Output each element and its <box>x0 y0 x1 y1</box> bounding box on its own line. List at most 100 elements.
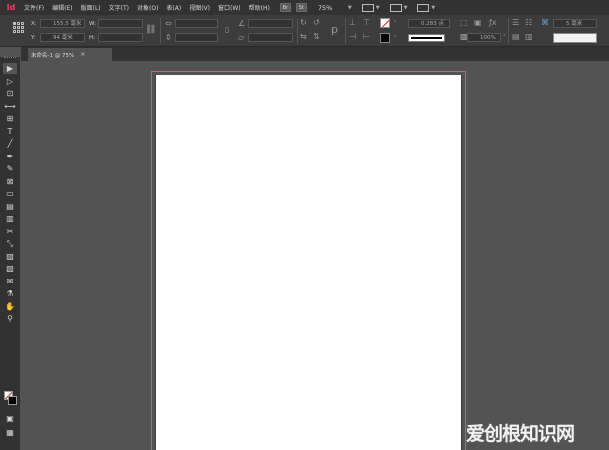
selection-tool-icon[interactable]: ▶ <box>3 63 17 74</box>
rotate-icon: ∠ <box>238 19 246 28</box>
scale-y-field[interactable] <box>175 33 218 42</box>
chevron-right-icon[interactable]: › <box>503 32 505 39</box>
select-next-icon[interactable]: ⊢ <box>363 32 370 41</box>
scale-x-field[interactable] <box>175 19 218 28</box>
menu-view[interactable]: 视图(V) <box>185 3 214 12</box>
eyedropper-tool-icon[interactable]: ⚗ <box>3 288 17 299</box>
stroke-weight-field[interactable]: 0.283 点 <box>408 19 450 28</box>
rotate-ccw-icon[interactable]: ↺ <box>313 18 320 27</box>
width-field[interactable] <box>98 19 143 28</box>
align-center-icon[interactable]: ☷ <box>525 18 532 27</box>
object-style-dropdown[interactable] <box>553 33 597 43</box>
menu-bar: Id 文件(F) 编辑(E) 版面(L) 文字(T) 对象(O) 表(A) 视图… <box>0 0 609 15</box>
chevron-down-icon[interactable]: ▼ <box>348 5 352 11</box>
menu-table[interactable]: 表(A) <box>162 3 185 12</box>
stock-button[interactable]: St <box>295 3 307 12</box>
opacity-field[interactable]: 100% <box>467 33 501 42</box>
arrange-documents-icon[interactable] <box>417 3 430 12</box>
text-frame-icon[interactable]: ▥ <box>525 32 533 41</box>
gradient-swatch-tool-icon[interactable]: ▨ <box>3 251 17 262</box>
free-transform-tool-icon[interactable]: ⤡ <box>3 238 17 249</box>
w-label: W: <box>89 21 96 27</box>
note-tool-icon[interactable]: ✉ <box>3 276 17 287</box>
stroke-swatch[interactable] <box>380 18 390 28</box>
menu-extras: Br St 75% ▼ ▼ ▼ ▼ <box>279 3 445 12</box>
zoom-tool-icon[interactable]: ⚲ <box>3 313 17 324</box>
document-tab[interactable]: 未命名-1 @ 75% × <box>28 48 112 61</box>
flip-horizontal-icon[interactable]: ⇆ <box>300 32 307 41</box>
offset-field[interactable]: 5 毫米 <box>553 19 597 28</box>
pencil-tool-icon[interactable]: ✎ <box>3 163 17 174</box>
chevron-right-icon[interactable]: › <box>394 33 396 40</box>
stroke-icon[interactable] <box>8 396 17 405</box>
gradient-feather-tool-icon[interactable]: ▧ <box>3 263 17 274</box>
fill-swatch[interactable] <box>380 33 390 43</box>
separator <box>160 18 161 44</box>
stroke-type-dropdown[interactable] <box>408 34 445 42</box>
bridge-button[interactable]: Br <box>279 3 291 12</box>
select-previous-icon[interactable]: ⊣ <box>349 32 356 41</box>
menu-object[interactable]: 对象(O) <box>133 3 162 12</box>
separator <box>508 18 509 44</box>
auto-fit-icon[interactable]: ⌘ <box>541 18 549 27</box>
y-label: Y: <box>31 35 36 41</box>
select-content-icon[interactable]: ⊤ <box>363 18 370 27</box>
rectangle-tool-icon[interactable]: ▭ <box>3 188 17 199</box>
scale-link-icon[interactable]: ▯ <box>225 25 229 34</box>
app-logo: Id <box>6 3 16 12</box>
constrain-proportions-icon[interactable]: ⛓ <box>145 25 156 35</box>
frame-fit-icon[interactable]: ⬚ <box>460 18 468 27</box>
x-position-field[interactable]: 155.5 毫米 <box>40 19 85 28</box>
align-text-icon[interactable]: ☰ <box>512 18 519 27</box>
chevron-down-icon[interactable]: ▼ <box>404 5 408 11</box>
menu-help[interactable]: 帮助(H) <box>245 3 274 12</box>
horizontal-grid-tool-icon[interactable]: ▤ <box>3 201 17 212</box>
page-tool-icon[interactable]: ⊡ <box>3 88 17 99</box>
fit-content-icon[interactable]: ▣ <box>474 18 482 27</box>
h-label: H: <box>89 35 95 41</box>
pen-tool-icon[interactable]: ✒ <box>3 151 17 162</box>
hand-tool-icon[interactable]: ✋ <box>3 301 17 312</box>
effects-icon[interactable]: ƒx <box>489 18 497 27</box>
screen-mode-button[interactable]: ▦ <box>3 427 17 438</box>
document-page[interactable] <box>155 75 462 450</box>
height-field[interactable] <box>98 33 143 42</box>
normal-mode-button[interactable]: ▣ <box>3 413 17 424</box>
select-container-icon[interactable]: ⊥ <box>349 18 356 27</box>
vertical-grid-tool-icon[interactable]: ▥ <box>3 213 17 224</box>
menu-window[interactable]: 窗口(W) <box>214 3 245 12</box>
content-collector-tool-icon[interactable]: ⊞ <box>3 113 17 124</box>
gap-tool-icon[interactable]: ⟷ <box>3 101 17 112</box>
watermark-text: 爱创根知识网 <box>466 422 575 445</box>
zoom-level[interactable]: 75% <box>318 4 348 12</box>
chevron-down-icon[interactable]: ▼ <box>431 5 435 11</box>
paragraph-icon[interactable]: p <box>331 23 338 36</box>
panel-gripper[interactable] <box>4 57 16 60</box>
chevron-down-icon[interactable]: ▼ <box>376 5 380 11</box>
indesign-window: Id 文件(F) 编辑(E) 版面(L) 文字(T) 对象(O) 表(A) 视图… <box>0 0 609 450</box>
rotate-cw-icon[interactable]: ↻ <box>300 18 307 27</box>
screen-mode-icon[interactable] <box>389 3 402 12</box>
rotation-field[interactable] <box>248 19 293 28</box>
y-position-field[interactable]: 94 毫米 <box>40 33 85 42</box>
menu-layout[interactable]: 版面(L) <box>77 3 105 12</box>
scale-y-icon: ⇕ <box>165 33 172 42</box>
separator <box>345 18 346 44</box>
fill-stroke-icon[interactable] <box>4 391 18 405</box>
view-options-icon[interactable] <box>361 3 374 12</box>
shear-field[interactable] <box>248 33 293 42</box>
menu-type[interactable]: 文字(T) <box>105 3 133 12</box>
rectangle-frame-tool-icon[interactable]: ⊠ <box>3 176 17 187</box>
menu-file[interactable]: 文件(F) <box>20 3 48 12</box>
control-panel: X: 155.5 毫米 Y: 94 毫米 W: H: ⛓ ⇔ ⇕ ▯ ∠ ▱ ↻… <box>0 15 609 47</box>
text-wrap-icon[interactable]: ▤ <box>512 32 520 41</box>
direct-selection-tool-icon[interactable]: ▷ <box>3 76 17 87</box>
menu-edit[interactable]: 编辑(E) <box>48 3 76 12</box>
type-tool-icon[interactable]: T <box>3 126 17 137</box>
flip-vertical-icon[interactable]: ⇅ <box>313 32 320 41</box>
close-icon[interactable]: × <box>80 51 85 58</box>
line-tool-icon[interactable]: ╱ <box>3 138 17 149</box>
reference-point-icon[interactable] <box>13 22 25 34</box>
scissors-tool-icon[interactable]: ✂ <box>3 226 17 237</box>
chevron-right-icon[interactable]: › <box>394 18 396 25</box>
